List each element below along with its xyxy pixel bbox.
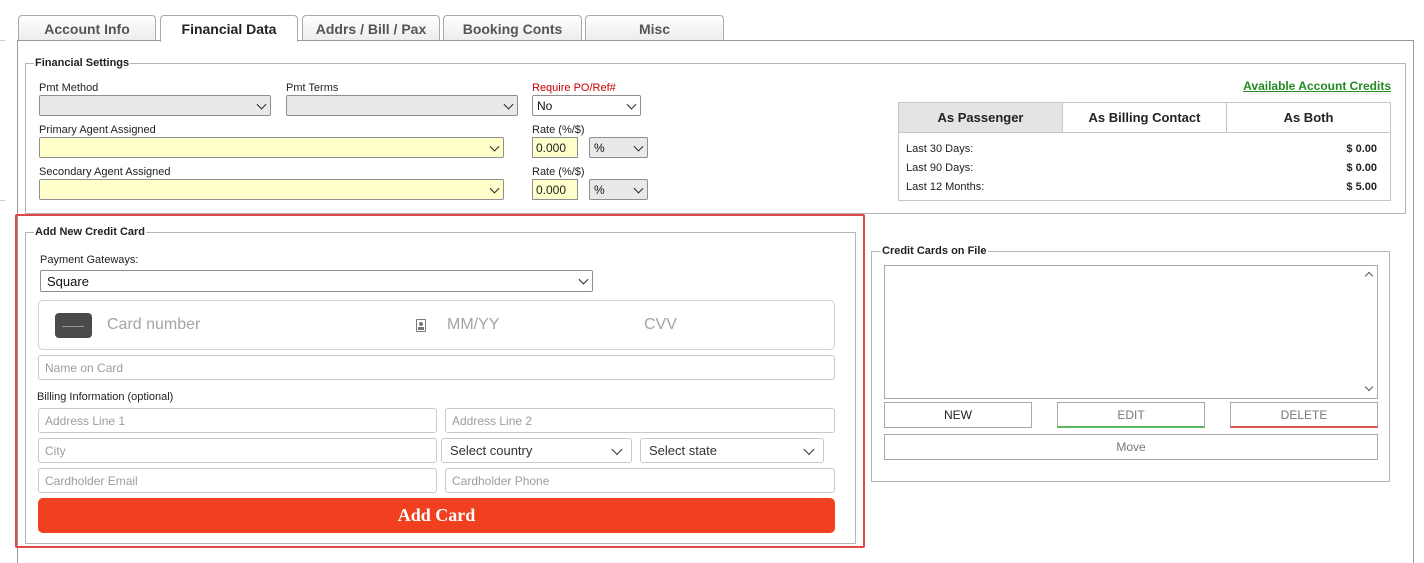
pmt-terms-label: Pmt Terms: [286, 82, 339, 94]
primary-agent-select[interactable]: [39, 137, 504, 158]
credits-row-value: $ 5.00: [1346, 181, 1377, 193]
chevron-down-icon: [633, 141, 644, 152]
require-po-label: Require PO/Ref#: [532, 82, 616, 94]
credits-tab-as-both[interactable]: As Both: [1226, 102, 1391, 133]
rate1-unit-value: %: [594, 140, 605, 155]
pmt-method-label: Pmt Method: [39, 82, 99, 94]
card-number-input[interactable]: Card number: [107, 316, 407, 334]
credits-tab-as-passenger[interactable]: As Passenger: [898, 102, 1063, 133]
financial-settings-legend: Financial Settings: [35, 57, 130, 69]
credit-card-icon-stripe: [62, 326, 84, 327]
rate1-input[interactable]: 0.000: [532, 137, 578, 158]
credits-row-value: $ 0.00: [1346, 162, 1377, 174]
card-entry-box: Card number MM/YY CVV: [38, 300, 835, 350]
page-edge-tick: [0, 40, 5, 41]
scroll-down-icon[interactable]: [1364, 382, 1374, 392]
cardholder-phone-input[interactable]: Cardholder Phone: [445, 468, 835, 493]
delete-card-button[interactable]: DELETE: [1230, 402, 1378, 428]
scroll-up-icon[interactable]: [1364, 271, 1374, 281]
pmt-method-select[interactable]: [39, 95, 271, 116]
credits-row-label: Last 30 Days:: [906, 143, 974, 155]
page-edge-tick: [0, 200, 5, 201]
credits-tab-as-billing-contact[interactable]: As Billing Contact: [1062, 102, 1227, 133]
tab-account-info[interactable]: Account Info: [18, 15, 156, 41]
pmt-terms-select[interactable]: [286, 95, 518, 116]
payment-gateways-label: Payment Gateways:: [40, 254, 139, 266]
tab-misc[interactable]: Misc: [585, 15, 724, 41]
payment-gateway-value: Square: [47, 273, 89, 289]
scrollbar[interactable]: [1362, 266, 1377, 398]
tab-addrs-bill-pax[interactable]: Addrs / Bill / Pax: [302, 15, 440, 41]
credits-row: Last 12 Months: $ 5.00: [906, 181, 1377, 193]
cardholder-email-input[interactable]: Cardholder Email: [38, 468, 437, 493]
chevron-down-icon: [803, 443, 815, 455]
rate2-unit-select[interactable]: %: [589, 179, 648, 200]
chevron-down-icon: [503, 99, 514, 110]
chevron-down-icon: [633, 183, 644, 194]
rate1-unit-select[interactable]: %: [589, 137, 648, 158]
require-po-select[interactable]: No: [532, 95, 641, 116]
add-card-button[interactable]: Add Card: [38, 498, 835, 533]
credits-row-label: Last 12 Months:: [906, 181, 985, 193]
add-credit-card-legend: Add New Credit Card: [35, 226, 146, 238]
rate2-label: Rate (%/$): [532, 166, 585, 178]
chevron-down-icon: [489, 141, 500, 152]
credits-row-label: Last 90 Days:: [906, 162, 974, 174]
address-line-2-input[interactable]: Address Line 2: [445, 408, 835, 433]
rate2-input[interactable]: 0.000: [532, 179, 578, 200]
state-select[interactable]: Select state: [640, 438, 824, 463]
credits-row: Last 90 Days: $ 0.00: [906, 162, 1377, 174]
edit-card-button[interactable]: EDIT: [1057, 402, 1205, 428]
rate1-label: Rate (%/$): [532, 124, 585, 136]
require-po-value: No: [537, 98, 553, 113]
cvv-input[interactable]: CVV: [644, 316, 764, 334]
tab-financial-data[interactable]: Financial Data: [160, 15, 298, 42]
credit-card-icon: [55, 313, 92, 338]
billing-information-label: Billing Information (optional): [37, 391, 174, 403]
name-on-card-input[interactable]: Name on Card: [38, 355, 835, 380]
credits-row: Last 30 Days: $ 0.00: [906, 143, 1377, 155]
state-select-value: Select state: [649, 443, 717, 458]
autofill-contact-icon[interactable]: [416, 319, 426, 332]
chevron-down-icon: [489, 183, 500, 194]
country-select[interactable]: Select country: [441, 438, 632, 463]
move-card-button[interactable]: Move: [884, 434, 1378, 460]
credits-row-value: $ 0.00: [1346, 143, 1377, 155]
new-card-button[interactable]: NEW: [884, 402, 1032, 428]
autofill-contact-icon-body: [418, 327, 424, 330]
cards-on-file-list[interactable]: [884, 265, 1378, 399]
primary-agent-label: Primary Agent Assigned: [39, 124, 156, 136]
chevron-down-icon: [626, 99, 637, 110]
tab-booking-conts[interactable]: Booking Conts: [443, 15, 582, 41]
address-line-1-input[interactable]: Address Line 1: [38, 408, 437, 433]
available-credits-link[interactable]: Available Account Credits: [1243, 79, 1391, 93]
city-input[interactable]: City: [38, 438, 437, 463]
chevron-down-icon: [256, 99, 267, 110]
payment-gateway-select[interactable]: Square: [40, 270, 593, 292]
autofill-contact-icon-head: [419, 322, 423, 326]
chevron-down-icon: [611, 443, 623, 455]
chevron-down-icon: [578, 274, 589, 285]
expiry-input[interactable]: MM/YY: [447, 316, 607, 334]
cards-on-file-legend: Credit Cards on File: [882, 245, 987, 257]
secondary-agent-select[interactable]: [39, 179, 504, 200]
secondary-agent-label: Secondary Agent Assigned: [39, 166, 171, 178]
rate2-unit-value: %: [594, 182, 605, 197]
country-select-value: Select country: [450, 443, 533, 458]
